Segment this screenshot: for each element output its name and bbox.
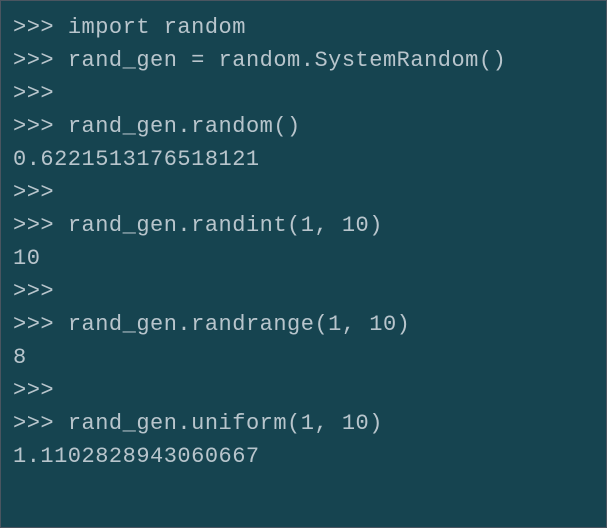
repl-code: rand_gen.randint(1, 10) <box>68 213 383 238</box>
repl-code: rand_gen.randrange(1, 10) <box>68 312 411 337</box>
repl-prompt: >>> <box>13 114 68 139</box>
repl-output-text: 8 <box>13 345 27 370</box>
repl-prompt: >>> <box>13 213 68 238</box>
repl-output: 1.1102828943060667 <box>13 440 594 473</box>
repl-output: 8 <box>13 341 594 374</box>
repl-line: >>> <box>13 374 594 407</box>
repl-line: >>> import random <box>13 11 594 44</box>
repl-line: >>> <box>13 176 594 209</box>
repl-output: 0.6221513176518121 <box>13 143 594 176</box>
repl-prompt: >>> <box>13 312 68 337</box>
repl-output-text: 0.6221513176518121 <box>13 147 260 172</box>
repl-line: >>> <box>13 275 594 308</box>
repl-prompt: >>> <box>13 15 68 40</box>
repl-line: >>> rand_gen = random.SystemRandom() <box>13 44 594 77</box>
repl-prompt: >>> <box>13 81 54 106</box>
repl-code: rand_gen.random() <box>68 114 301 139</box>
repl-prompt: >>> <box>13 48 68 73</box>
repl-prompt: >>> <box>13 180 54 205</box>
repl-line: >>> rand_gen.randrange(1, 10) <box>13 308 594 341</box>
repl-prompt: >>> <box>13 411 68 436</box>
repl-line: >>> rand_gen.randint(1, 10) <box>13 209 594 242</box>
repl-line: >>> rand_gen.uniform(1, 10) <box>13 407 594 440</box>
repl-output-text: 10 <box>13 246 40 271</box>
repl-code: import random <box>68 15 246 40</box>
repl-line: >>> rand_gen.random() <box>13 110 594 143</box>
repl-output-text: 1.1102828943060667 <box>13 444 260 469</box>
repl-code: rand_gen = random.SystemRandom() <box>68 48 506 73</box>
repl-line: >>> <box>13 77 594 110</box>
repl-code: rand_gen.uniform(1, 10) <box>68 411 383 436</box>
repl-prompt: >>> <box>13 279 54 304</box>
terminal-container[interactable]: >>> import random >>> rand_gen = random.… <box>13 11 594 473</box>
repl-output: 10 <box>13 242 594 275</box>
repl-prompt: >>> <box>13 378 54 403</box>
